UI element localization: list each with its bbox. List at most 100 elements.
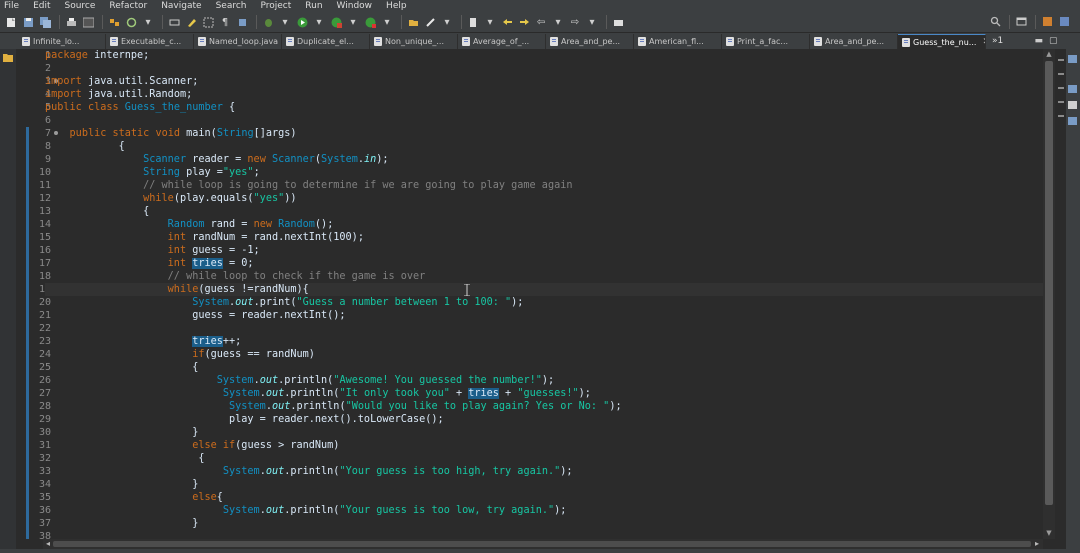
code-line[interactable]: System.out.println("Would you like to pl… bbox=[45, 400, 1043, 413]
overview-mark[interactable] bbox=[1058, 115, 1064, 117]
close-icon[interactable]: ✕ bbox=[982, 37, 985, 47]
code-line[interactable] bbox=[45, 114, 1043, 127]
new-icon[interactable] bbox=[4, 16, 18, 29]
code-line[interactable]: int tries = 0; bbox=[45, 257, 1043, 270]
save-icon[interactable] bbox=[21, 16, 35, 29]
overview-mark[interactable] bbox=[1058, 73, 1064, 75]
overview-mark[interactable] bbox=[1058, 59, 1064, 61]
menu-file[interactable]: File bbox=[4, 0, 19, 12]
highlight-icon[interactable] bbox=[184, 16, 198, 29]
editor-tab[interactable]: Non_unique_... bbox=[370, 34, 458, 49]
toggle-icon[interactable] bbox=[235, 16, 249, 29]
refresh-icon[interactable] bbox=[124, 16, 138, 29]
scroll-down-icon[interactable]: ▼ bbox=[1045, 529, 1053, 537]
code-line[interactable]: System.out.println("Awesome! You guessed… bbox=[45, 374, 1043, 387]
editor-tab[interactable]: American_fl... bbox=[634, 34, 722, 49]
chevron-down-icon[interactable]: ▾ bbox=[483, 16, 497, 29]
editor-tab[interactable]: Guess_the_nu... ✕ bbox=[898, 34, 986, 49]
editor-tab[interactable]: Area_and_pe... bbox=[546, 34, 634, 49]
menu-refactor[interactable]: Refactor bbox=[109, 0, 147, 12]
code-line[interactable]: tries++; bbox=[45, 335, 1043, 348]
menu-edit[interactable]: Edit bbox=[33, 0, 50, 12]
code-line[interactable]: Random rand = new Random(); bbox=[45, 218, 1043, 231]
vertical-scrollbar[interactable]: ▲ ▼ bbox=[1043, 49, 1055, 539]
code-line[interactable]: // while loop is going to determine if w… bbox=[45, 179, 1043, 192]
code-line[interactable] bbox=[45, 322, 1043, 335]
menu-navigate[interactable]: Navigate bbox=[161, 0, 201, 12]
menu-help[interactable]: Help bbox=[386, 0, 407, 12]
editor-tab[interactable]: Infinite_lo... bbox=[18, 34, 106, 49]
code-line[interactable] bbox=[45, 530, 1043, 539]
overview-mark[interactable] bbox=[1058, 87, 1064, 89]
code-editor[interactable]: 1234567891011121314151617181920212223242… bbox=[16, 49, 1043, 539]
block-selection-icon[interactable] bbox=[201, 16, 215, 29]
editor-tab[interactable]: Area_and_pe... bbox=[810, 34, 898, 49]
chevron-down-icon[interactable]: ▾ bbox=[380, 16, 394, 29]
editor-tab[interactable]: Executable_c... bbox=[106, 34, 194, 49]
next-edit-icon[interactable] bbox=[517, 16, 531, 29]
chevron-down-icon[interactable]: ▾ bbox=[551, 16, 565, 29]
link-icon[interactable] bbox=[167, 16, 181, 29]
pin-icon[interactable] bbox=[611, 16, 625, 29]
code-line[interactable]: import java.util.Scanner; bbox=[45, 75, 1043, 88]
save-all-icon[interactable] bbox=[38, 16, 52, 29]
overview-ruler[interactable] bbox=[1055, 49, 1066, 539]
chevron-down-icon[interactable]: ▾ bbox=[585, 16, 599, 29]
code-line[interactable]: public class Guess_the_number { bbox=[45, 101, 1043, 114]
code-line[interactable]: } bbox=[45, 517, 1043, 530]
editor-tab[interactable]: Duplicate_el... bbox=[282, 34, 370, 49]
code-line[interactable]: import java.util.Random; bbox=[45, 88, 1043, 101]
editor-tab[interactable]: Print_a_fac... bbox=[722, 34, 810, 49]
code-line[interactable]: } bbox=[45, 478, 1043, 491]
code-line[interactable]: else if(guess > randNum) bbox=[45, 439, 1043, 452]
code-line[interactable]: play = reader.next().toLowerCase(); bbox=[45, 413, 1043, 426]
code-text[interactable]: package internpe; import java.util.Scanne… bbox=[45, 49, 1043, 539]
coverage-icon[interactable] bbox=[329, 16, 343, 29]
chevron-down-icon[interactable]: ▾ bbox=[440, 16, 454, 29]
open-type-icon[interactable] bbox=[406, 16, 420, 29]
code-line[interactable]: while(play.equals("yes")) bbox=[45, 192, 1043, 205]
search-icon[interactable] bbox=[423, 16, 437, 29]
code-line[interactable]: } bbox=[45, 426, 1043, 439]
code-line[interactable]: String play ="yes"; bbox=[45, 166, 1043, 179]
code-line[interactable]: { bbox=[45, 140, 1043, 153]
forward-icon[interactable]: ⇨ bbox=[568, 16, 582, 29]
code-line[interactable]: { bbox=[45, 205, 1043, 218]
code-line[interactable]: System.out.print("Guess a number between… bbox=[45, 296, 1043, 309]
code-line[interactable]: guess = reader.nextInt(); bbox=[45, 309, 1043, 322]
console-icon[interactable] bbox=[1068, 117, 1077, 125]
code-line[interactable]: Scanner reader = new Scanner(System.in); bbox=[45, 153, 1043, 166]
back-icon[interactable]: ⇦ bbox=[534, 16, 548, 29]
code-line[interactable]: public static void main(String[]args) bbox=[45, 127, 1043, 140]
code-line[interactable]: else{ bbox=[45, 491, 1043, 504]
prev-edit-icon[interactable] bbox=[500, 16, 514, 29]
code-line[interactable]: int guess = -1; bbox=[45, 244, 1043, 257]
code-line[interactable]: { bbox=[45, 452, 1043, 465]
code-line[interactable]: package internpe; bbox=[45, 49, 1043, 62]
external-tools-icon[interactable] bbox=[363, 16, 377, 29]
java-ee-perspective-icon[interactable] bbox=[1040, 15, 1054, 28]
editor-tab[interactable]: Average_of_... bbox=[458, 34, 546, 49]
open-perspective-icon[interactable] bbox=[1014, 15, 1028, 28]
menu-run[interactable]: Run bbox=[305, 0, 322, 12]
tab-overflow-button[interactable]: »1 bbox=[992, 36, 1003, 46]
minimize-icon[interactable]: ▬ bbox=[1034, 36, 1043, 46]
run-icon[interactable] bbox=[295, 16, 309, 29]
vertical-scroll-thumb[interactable] bbox=[1045, 61, 1053, 505]
outline-icon[interactable] bbox=[1068, 55, 1077, 63]
maximize-icon[interactable]: ▢ bbox=[1049, 36, 1058, 46]
code-line[interactable]: System.out.println("Your guess is too hi… bbox=[45, 465, 1043, 478]
code-line[interactable] bbox=[45, 62, 1043, 75]
overview-mark[interactable] bbox=[1058, 101, 1064, 103]
code-line[interactable]: { bbox=[45, 361, 1043, 374]
code-line[interactable]: // while loop to check if the game is ov… bbox=[45, 270, 1043, 283]
scroll-up-icon[interactable]: ▲ bbox=[1045, 50, 1053, 58]
chevron-down-icon[interactable]: ▾ bbox=[346, 16, 360, 29]
task-list-icon[interactable] bbox=[1068, 85, 1077, 93]
menu-project[interactable]: Project bbox=[260, 0, 291, 12]
chevron-down-icon[interactable]: ▾ bbox=[278, 16, 292, 29]
code-line[interactable]: System.out.println("Your guess is too lo… bbox=[45, 504, 1043, 517]
annotation-icon[interactable] bbox=[466, 16, 480, 29]
chevron-down-icon[interactable]: ▾ bbox=[141, 16, 155, 29]
print-icon[interactable] bbox=[64, 16, 78, 29]
